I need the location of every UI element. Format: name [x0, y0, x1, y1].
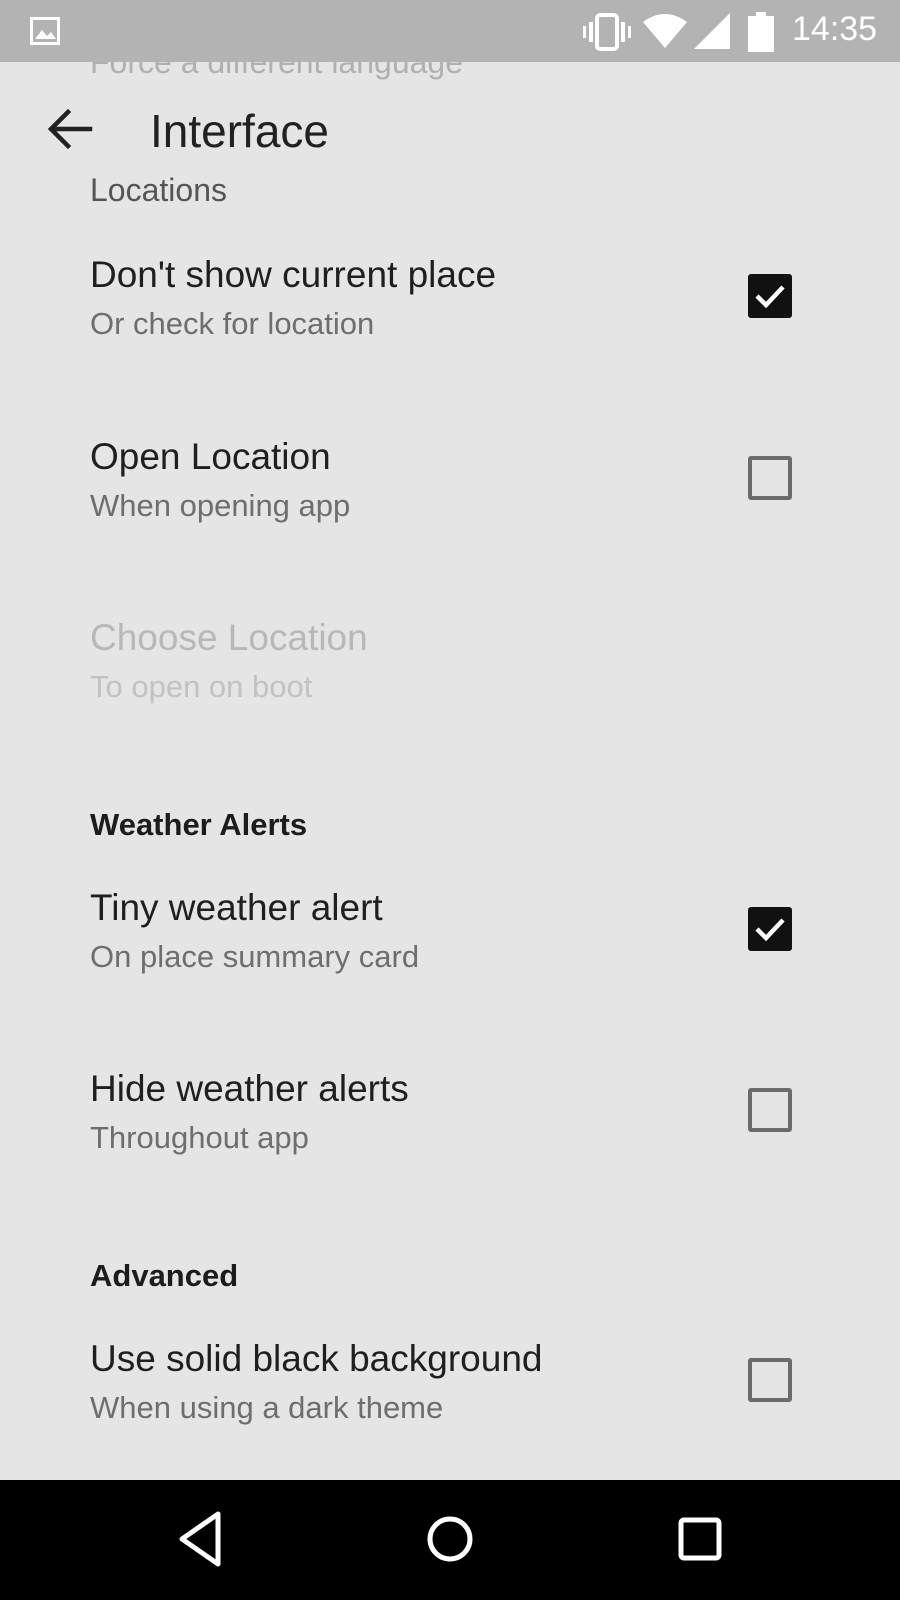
pref-summary: To open on boot	[90, 669, 313, 704]
back-arrow-icon[interactable]	[42, 104, 98, 154]
back-triangle-icon[interactable]	[174, 1508, 224, 1570]
image-icon	[30, 17, 60, 45]
pref-summary: On place summary card	[90, 939, 420, 974]
pref-summary: When using a dark theme	[90, 1390, 444, 1425]
vibrate-icon	[583, 13, 631, 51]
checkbox-unchecked[interactable]	[748, 1358, 792, 1402]
pref-open-location[interactable]: Open Location When opening app	[0, 436, 900, 586]
pref-solid-black-background[interactable]: Use solid black background When using a …	[0, 1338, 900, 1480]
section-header-advanced: Advanced	[90, 1258, 239, 1293]
checkbox-unchecked[interactable]	[748, 1088, 792, 1132]
pref-title: Use solid black background	[90, 1338, 543, 1379]
pref-title: Choose Location	[90, 617, 368, 658]
settings-screen[interactable]: Force a different language Interface Loc…	[0, 62, 900, 1480]
check-icon	[755, 918, 785, 942]
toolbar: Interface	[0, 62, 900, 200]
pref-title: Open Location	[90, 436, 331, 477]
signal-icon	[694, 13, 730, 49]
check-icon	[755, 285, 785, 309]
home-circle-icon[interactable]	[424, 1508, 476, 1570]
pref-summary: When opening app	[90, 488, 351, 523]
pref-title: Hide weather alerts	[90, 1068, 409, 1109]
wifi-icon	[643, 14, 687, 48]
navigation-bar	[0, 1480, 900, 1600]
checkbox-checked[interactable]	[748, 907, 792, 951]
pref-hide-weather-alerts[interactable]: Hide weather alerts Throughout app	[0, 1068, 900, 1218]
recents-square-icon[interactable]	[676, 1508, 724, 1570]
pref-current-place[interactable]: Don't show current place Or check for lo…	[0, 254, 900, 404]
checkbox-unchecked[interactable]	[748, 456, 792, 500]
pref-tiny-weather-alert[interactable]: Tiny weather alert On place summary card	[0, 887, 900, 1037]
checkbox-checked[interactable]	[748, 274, 792, 318]
battery-icon	[748, 12, 774, 52]
pref-summary: Throughout app	[90, 1120, 309, 1155]
pref-summary: Or check for location	[90, 306, 375, 341]
status-bar: 14:35	[0, 0, 900, 62]
pref-title: Tiny weather alert	[90, 887, 383, 928]
pref-choose-location: Choose Location To open on boot	[0, 617, 900, 767]
status-clock: 14:35	[792, 10, 878, 48]
page-title: Interface	[150, 105, 329, 157]
section-header-weather-alerts: Weather Alerts	[90, 807, 308, 842]
pref-title: Don't show current place	[90, 254, 497, 295]
